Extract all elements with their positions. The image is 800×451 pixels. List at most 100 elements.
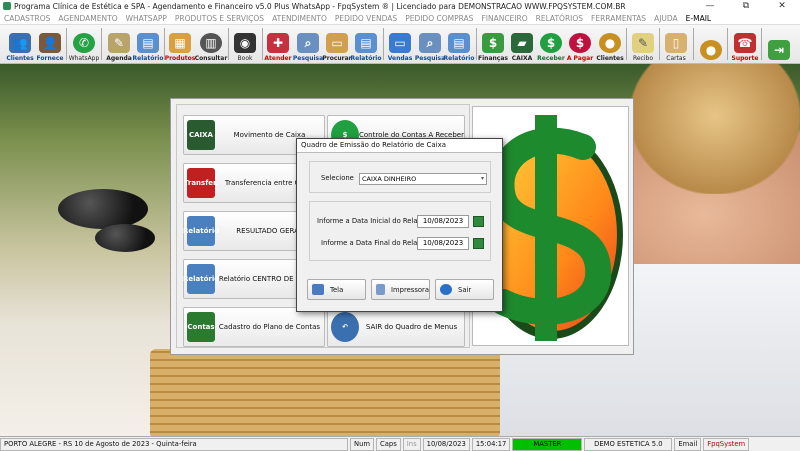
button-label: Impressora xyxy=(391,285,429,294)
toolbar-procurar[interactable]: ▭ Procurar xyxy=(322,26,352,62)
toolbar-label: Produtos xyxy=(164,55,196,62)
maximize-button[interactable]: ⧉ xyxy=(728,0,764,12)
toolbar-label: Pesquisa xyxy=(414,55,446,62)
select-value: CAIXA DINHEIRO xyxy=(362,175,417,183)
button-label: Tela xyxy=(330,285,344,294)
toolbar-a-pagar[interactable]: $ A Pagar xyxy=(566,26,594,62)
toolbar-label: Pesquisa xyxy=(292,55,324,62)
toolbar-label: Suporte xyxy=(731,55,759,62)
menu-ferramentas[interactable]: FERRAMENTAS xyxy=(587,14,650,23)
status-ins: Ins xyxy=(402,437,421,451)
whatsapp-icon: ✆ xyxy=(73,33,95,53)
toolbar-whatsapp[interactable]: ✆ WhatsApp xyxy=(69,26,99,62)
menu-agendamento[interactable]: AGENDAMENTO xyxy=(54,14,121,23)
menu-relatorios[interactable]: RELATÓRIOS xyxy=(532,14,587,23)
toolbar-recibo[interactable]: ✎ Recibo xyxy=(629,26,657,62)
caixa-report-dialog: Quadro de Emissão do Relatório de Caixa … xyxy=(296,138,503,312)
status-brand[interactable]: FpqSystem xyxy=(703,437,750,451)
toolbar-pesquisa-1[interactable]: ⌕ Pesquisa xyxy=(292,26,324,62)
suppliers-icon: 👤 xyxy=(39,33,61,53)
cashier-icon: ▰ xyxy=(511,33,533,53)
menu-bar: CADASTROS AGENDAMENTO WHATSAPP PRODUTOS … xyxy=(0,12,800,25)
toolbar-separator xyxy=(228,28,229,60)
toolbar-financas[interactable]: $ Finanças xyxy=(478,26,508,62)
report-icon: Relatório xyxy=(183,216,219,246)
toolbar-fornece[interactable]: 👤 Fornece xyxy=(36,26,64,62)
menu-atendimento[interactable]: ATENDIMENTO xyxy=(268,14,331,23)
sales-icon: ▭ xyxy=(389,33,411,53)
exit-icon xyxy=(440,284,452,295)
select-label: Selecione xyxy=(321,174,354,182)
caixa-select[interactable]: CAIXA DINHEIRO ▾ xyxy=(359,173,487,185)
pay-icon: $ xyxy=(569,33,591,53)
toolbar-exit[interactable]: ⇥ xyxy=(765,26,793,62)
printer-button[interactable]: Impressora xyxy=(371,279,430,300)
calendar-icon[interactable] xyxy=(473,216,484,227)
toolbar-cartas[interactable]: ▯ Cartas xyxy=(662,26,690,62)
toolbar-relatorio-3[interactable]: ▤ Relatório xyxy=(444,26,474,62)
app-icon xyxy=(3,2,11,10)
menu-pedido-vendas[interactable]: PEDIDO VENDAS xyxy=(331,14,401,23)
button-label: Sair xyxy=(458,285,472,294)
calendar-icon[interactable] xyxy=(473,238,484,249)
toolbar-relatorio-1[interactable]: ▤ Relatório xyxy=(133,26,163,62)
menu-cadastros[interactable]: CADASTROS xyxy=(0,14,54,23)
menu-financeiro[interactable]: FINANCEIRO xyxy=(477,14,531,23)
toolbar-atender[interactable]: ✚ Atender xyxy=(264,26,292,62)
toolbar-label: Receber xyxy=(537,55,565,62)
menu-produtos[interactable]: PRODUTOS E SERVIÇOS xyxy=(171,14,268,23)
chart-of-accounts-button[interactable]: Contas Cadastro do Plano de Contas xyxy=(183,307,325,347)
background-mat xyxy=(150,349,500,436)
menu-pedido-compras[interactable]: PEDIDO COMPRAS xyxy=(401,14,477,23)
toolbar-clientes[interactable]: 👥 Clientes xyxy=(6,26,34,62)
search-icon: ⌕ xyxy=(297,33,319,53)
toolbar-separator xyxy=(101,28,102,60)
support-icon: ☎ xyxy=(734,33,756,53)
report-icon: Relatório xyxy=(183,264,219,294)
end-date-input[interactable]: 10/08/2023 xyxy=(417,237,469,250)
minimize-button[interactable]: — xyxy=(692,0,728,12)
screen-button[interactable]: Tela xyxy=(307,279,366,300)
toolbar-caixa[interactable]: ▰ CAIXA xyxy=(508,26,536,62)
toolbar-pesquisa-2[interactable]: ⌕ Pesquisa xyxy=(414,26,446,62)
toolbar-suporte[interactable]: ☎ Suporte xyxy=(730,26,760,62)
toolbar-label: Relatório xyxy=(350,55,382,62)
clients-icon: 👥 xyxy=(9,33,31,53)
toolbar-label: Agenda xyxy=(106,55,132,62)
status-email[interactable]: Email xyxy=(674,437,702,451)
agenda-icon: ✎ xyxy=(108,33,130,53)
toolbar-receber[interactable]: $ Receber xyxy=(537,26,565,62)
exit-button[interactable]: Sair xyxy=(435,279,494,300)
toolbar-label: CAIXA xyxy=(511,55,533,62)
status-date: 10/08/2023 xyxy=(422,437,470,451)
menu-email[interactable]: E-MAIL xyxy=(682,14,715,23)
toolbar-agenda[interactable]: ✎ Agenda xyxy=(105,26,133,62)
toolbar-vendas[interactable]: ▭ Vendas xyxy=(386,26,414,62)
cashier-icon: CAIXA xyxy=(187,120,215,150)
start-date-input[interactable]: 10/08/2023 xyxy=(417,215,469,228)
toolbar-separator xyxy=(626,28,627,60)
toolbar-consultar[interactable]: ▥ Consultar xyxy=(195,26,227,62)
toolbar-book[interactable]: ◉ Book xyxy=(231,26,259,62)
transfer-icon: Transfer. xyxy=(184,168,218,198)
toolbar-money[interactable]: ● xyxy=(697,26,725,62)
window-controls: — ⧉ ✕ xyxy=(692,0,800,12)
coins-icon: ● xyxy=(599,33,621,53)
toolbar-clientes-2[interactable]: ● Clientes xyxy=(596,26,624,62)
toolbar: 👥 Clientes 👤 Fornece ✆ WhatsApp ✎ Agenda ▤ Re… xyxy=(0,25,800,64)
close-button[interactable]: ✕ xyxy=(764,0,800,12)
menu-whatsapp[interactable]: WHATSAPP xyxy=(122,14,171,23)
background-stone xyxy=(95,224,155,252)
menu-ajuda[interactable]: AJUDA xyxy=(650,14,682,23)
toolbar-label: Cartas xyxy=(666,55,686,62)
background-hair xyxy=(630,64,800,194)
toolbar-separator xyxy=(761,28,762,60)
toolbar-produtos[interactable]: ▦ Produtos xyxy=(164,26,196,62)
toolbar-relatorio-2[interactable]: ▤ Relatório xyxy=(350,26,382,62)
title-bar: Programa Clínica de Estética e SPA - Age… xyxy=(0,0,800,12)
exit-menu-button[interactable]: ↶ SAIR do Quadro de Menus xyxy=(327,307,465,347)
toolbar-label: Clientes xyxy=(596,55,624,62)
chevron-down-icon: ▾ xyxy=(480,175,484,182)
report-icon: ▤ xyxy=(355,33,377,53)
status-num: Num xyxy=(350,437,375,451)
